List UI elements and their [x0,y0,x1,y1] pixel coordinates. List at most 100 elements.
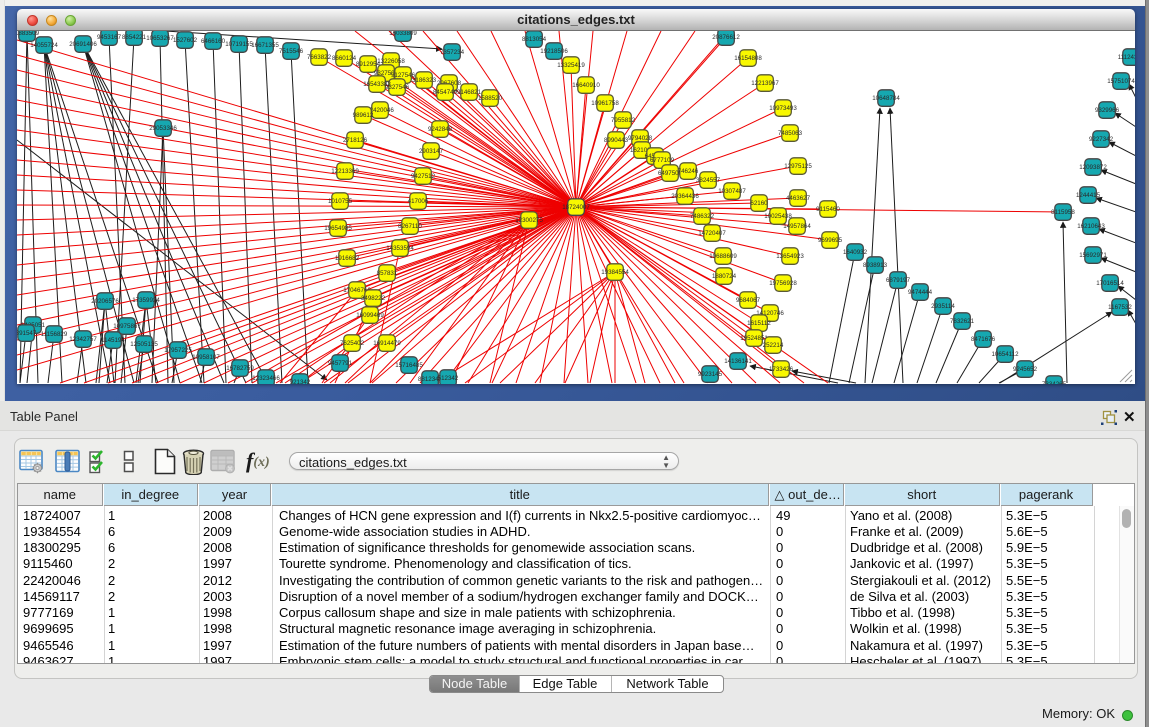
svg-text:16033809: 16033809 [389,31,417,37]
svg-text:10961758: 10961758 [591,100,619,107]
svg-text:9684067: 9684067 [736,297,761,304]
svg-text:921342: 921342 [290,379,311,384]
svg-text:10958107: 10958107 [192,354,220,361]
svg-text:12300275: 12300275 [515,217,543,224]
svg-text:3824557: 3824557 [696,177,721,184]
svg-text:857831: 857831 [377,270,398,277]
svg-text:9794028: 9794028 [628,135,653,142]
svg-text:62160: 62160 [750,200,768,207]
svg-text:3498222: 3498222 [361,295,386,302]
svg-text:8813054: 8813054 [522,36,547,43]
svg-text:1527602: 1527602 [173,37,198,44]
svg-text:1880724: 1880724 [712,273,737,280]
svg-text:20206576: 20206576 [91,298,119,305]
svg-text:9453167: 9453167 [97,34,122,41]
svg-text:1167532: 1167532 [1108,304,1132,311]
svg-text:19756928: 19756928 [769,280,797,287]
svg-text:1883509: 1883509 [17,31,40,37]
svg-text:16782759: 16782759 [226,365,254,372]
svg-text:7955812: 7955812 [611,117,636,124]
svg-text:9245652: 9245652 [1013,366,1038,373]
svg-text:9115460: 9115460 [816,206,840,213]
svg-text:12323466: 12323466 [252,375,280,382]
svg-text:16154808: 16154808 [734,55,762,62]
svg-text:7486322: 7486322 [690,213,715,220]
svg-text:12342757: 12342757 [69,336,97,343]
svg-text:9474444: 9474444 [908,289,933,296]
svg-text:19384554: 19384554 [601,269,629,276]
svg-text:16543382: 16543382 [363,81,391,88]
svg-text:9923145: 9923145 [698,371,723,378]
svg-text:2935114: 2935114 [931,303,955,310]
svg-text:9227342: 9227342 [1089,136,1114,143]
svg-text:10973493: 10973493 [769,105,797,112]
svg-text:12213967: 12213967 [751,80,779,87]
svg-text:20691406: 20691406 [69,41,97,48]
svg-text:6466160: 6466160 [201,38,226,45]
svg-text:17957225: 17957225 [164,347,192,354]
svg-text:3186323: 3186323 [412,77,437,84]
svg-text:8660124: 8660124 [332,55,357,62]
svg-text:8471676: 8471676 [971,336,996,343]
svg-text:4463627: 4463627 [786,195,811,202]
svg-text:14136141: 14136141 [724,358,752,365]
svg-text:17016514: 17016514 [1096,280,1124,287]
svg-text:9699695: 9699695 [818,237,843,244]
svg-text:8115958: 8115958 [1051,209,1075,216]
svg-text:2903147: 2903147 [419,148,444,155]
svg-text:512342: 512342 [438,375,459,382]
svg-text:13654923: 13654923 [776,253,804,260]
svg-text:7485063: 7485063 [778,130,803,137]
svg-text:6879197: 6879197 [886,277,911,284]
svg-text:11124358: 11124358 [1118,54,1135,61]
svg-text:19218506: 19218506 [540,48,568,55]
svg-text:2718126: 2718126 [343,137,368,144]
svg-text:417006: 417006 [408,198,429,205]
svg-text:7334265: 7334265 [1042,381,1067,384]
svg-text:10654112: 10654112 [991,351,1019,358]
svg-text:14353594: 14353594 [386,245,414,252]
svg-text:19654985: 19654985 [324,225,352,232]
svg-text:8990443: 8990443 [604,137,629,144]
svg-text:7663822: 7663822 [307,54,332,61]
svg-text:12975125: 12975125 [784,163,812,170]
svg-text:12213369: 12213369 [331,168,359,175]
svg-text:989612: 989612 [353,112,374,119]
svg-text:12093872: 12093872 [1079,164,1107,171]
svg-text:14957864: 14957864 [783,223,811,230]
svg-text:10653267: 10653267 [146,35,174,42]
svg-text:14055724: 14055724 [30,42,58,49]
svg-text:9427512: 9427512 [411,173,436,180]
svg-text:391547: 391547 [17,330,37,337]
svg-text:1733426: 1733426 [769,366,794,373]
svg-text:8267110: 8267110 [398,223,422,230]
svg-text:1010755: 1010755 [328,198,353,205]
svg-text:8938913: 8938913 [863,262,888,269]
svg-text:1145194: 1145194 [101,337,125,344]
svg-text:1588520: 1588520 [478,95,503,102]
svg-text:17359924: 17359924 [132,297,160,304]
svg-text:10688609: 10688609 [709,253,737,260]
svg-text:19524851: 19524851 [740,335,768,342]
svg-text:7625402: 7625402 [340,340,365,347]
svg-text:11156829: 11156829 [41,331,68,338]
svg-text:16210643: 16210643 [1077,223,1105,230]
svg-text:16914479: 16914479 [373,340,401,347]
svg-text:1916682: 1916682 [335,255,360,262]
svg-text:7832621: 7832621 [950,318,975,325]
svg-text:9242848: 9242848 [428,126,453,133]
svg-text:13226058: 13226058 [377,58,405,65]
svg-text:10307487: 10307487 [718,188,746,195]
svg-text:15692971: 15692971 [1079,252,1107,259]
svg-text:16640910: 16640910 [572,82,600,89]
svg-text:16671355: 16671355 [251,42,279,49]
svg-text:1615112: 1615112 [747,320,771,327]
svg-text:9329966: 9329966 [1095,107,1120,114]
svg-text:14720407: 14720407 [698,230,726,237]
svg-text:18724007: 18724007 [562,204,590,211]
svg-text:12505135: 12505135 [130,341,158,348]
svg-text:1640932: 1640932 [843,249,868,256]
svg-text:10025438: 10025438 [764,213,792,220]
svg-text:29053346: 29053346 [149,125,177,132]
svg-text:20876612: 20876612 [712,34,740,41]
